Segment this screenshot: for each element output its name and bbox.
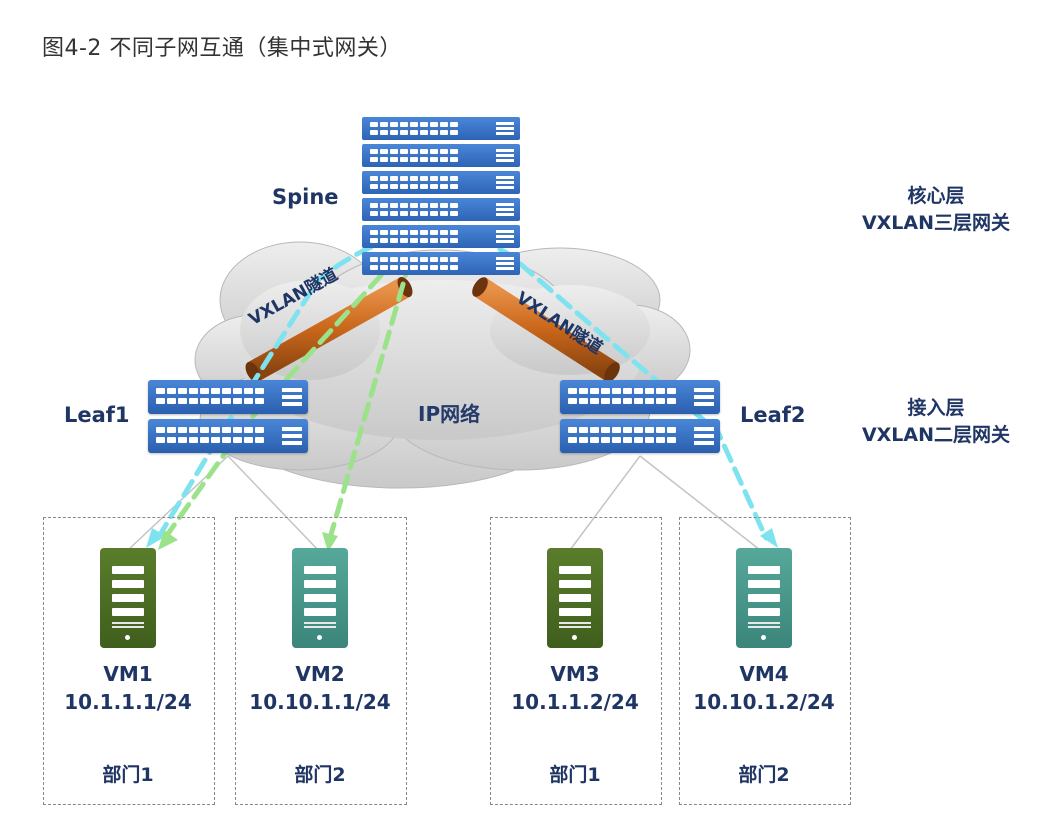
leaf1-label: Leaf1 bbox=[64, 403, 130, 427]
server-vent bbox=[112, 626, 144, 628]
switch-port-grid bbox=[370, 176, 458, 189]
server-drive-slot bbox=[304, 566, 336, 574]
vm3-name: VM3 bbox=[550, 662, 600, 686]
vm4-name: VM4 bbox=[739, 662, 789, 686]
vm2-name: VM2 bbox=[295, 662, 345, 686]
leaf1-unit-bottom bbox=[148, 419, 308, 453]
switch-uplink-ports bbox=[496, 203, 514, 218]
server-drive-slot bbox=[304, 594, 336, 602]
server-drive-slot bbox=[112, 608, 144, 616]
switch-port-grid bbox=[568, 388, 676, 404]
server-vent bbox=[304, 622, 336, 624]
server-drive-slot bbox=[112, 594, 144, 602]
vm1-ip: 10.1.1.1/24 bbox=[64, 690, 192, 714]
switch-uplink-ports bbox=[496, 176, 514, 191]
server-power-led bbox=[572, 635, 577, 640]
vm3-dept: 部门1 bbox=[549, 764, 601, 786]
switch-port-grid bbox=[370, 230, 458, 243]
vm1-server-icon bbox=[100, 548, 156, 648]
vm2-dept: 部门2 bbox=[294, 764, 346, 786]
server-drive-slot bbox=[748, 594, 780, 602]
switch-port-grid bbox=[370, 149, 458, 162]
switch-uplink-ports bbox=[282, 427, 302, 448]
access-layer-name: 接入层 bbox=[907, 397, 965, 419]
server-vent bbox=[559, 626, 591, 628]
switch-uplink-ports bbox=[496, 230, 514, 245]
switch-port-grid bbox=[156, 388, 264, 404]
server-vent bbox=[304, 626, 336, 628]
server-drive-slot bbox=[112, 580, 144, 588]
server-drive-slot bbox=[748, 608, 780, 616]
server-drive-slot bbox=[559, 580, 591, 588]
server-power-led bbox=[317, 635, 322, 640]
server-vent bbox=[748, 622, 780, 624]
server-drive-slot bbox=[112, 566, 144, 574]
leaf2-switch bbox=[560, 380, 720, 456]
server-power-led bbox=[125, 635, 130, 640]
server-drive-slot bbox=[304, 608, 336, 616]
ip-network-label: IP网络 bbox=[418, 402, 481, 426]
leaf1-switch bbox=[148, 380, 308, 456]
leaf1-unit-top bbox=[148, 380, 308, 414]
switch-port-grid bbox=[370, 203, 458, 216]
server-drive-slot bbox=[559, 566, 591, 574]
switch-port-grid bbox=[156, 427, 264, 443]
server-vent bbox=[112, 622, 144, 624]
vm3-server-icon bbox=[547, 548, 603, 648]
vm2-server-icon bbox=[292, 548, 348, 648]
spine-switch-row bbox=[362, 117, 520, 140]
leaf2-unit-bottom bbox=[560, 419, 720, 453]
core-layer-name: 核心层 bbox=[907, 185, 965, 207]
leaf2-unit-top bbox=[560, 380, 720, 414]
switch-uplink-ports bbox=[496, 149, 514, 164]
vm1-name: VM1 bbox=[103, 662, 153, 686]
spine-switch-row bbox=[362, 171, 520, 194]
vm2-ip: 10.10.1.1/24 bbox=[249, 690, 391, 714]
spine-switch-row bbox=[362, 198, 520, 221]
switch-uplink-ports bbox=[694, 388, 714, 409]
spine-switch bbox=[362, 117, 520, 277]
server-drive-slot bbox=[748, 566, 780, 574]
switch-uplink-ports bbox=[496, 257, 514, 272]
vm4-server-icon bbox=[736, 548, 792, 648]
spine-switch-row bbox=[362, 144, 520, 167]
access-layer-role: VXLAN二层网关 bbox=[861, 424, 1011, 446]
switch-port-grid bbox=[568, 427, 676, 443]
vm4-dept: 部门2 bbox=[738, 764, 790, 786]
server-drive-slot bbox=[559, 608, 591, 616]
switch-uplink-ports bbox=[496, 122, 514, 137]
core-layer-label: 核心层 VXLAN三层网关 bbox=[838, 183, 1034, 237]
server-drive-slot bbox=[748, 580, 780, 588]
spine-switch-row bbox=[362, 225, 520, 248]
vm1-dept: 部门1 bbox=[102, 764, 154, 786]
access-layer-label: 接入层 VXLAN二层网关 bbox=[838, 395, 1034, 449]
leaf2-label: Leaf2 bbox=[740, 403, 806, 427]
switch-port-grid bbox=[370, 257, 458, 270]
server-power-led bbox=[761, 635, 766, 640]
switch-uplink-ports bbox=[694, 427, 714, 448]
spine-switch-row bbox=[362, 252, 520, 275]
server-drive-slot bbox=[559, 594, 591, 602]
server-vent bbox=[748, 626, 780, 628]
core-layer-role: VXLAN三层网关 bbox=[861, 212, 1011, 234]
switch-port-grid bbox=[370, 122, 458, 135]
server-vent bbox=[559, 622, 591, 624]
vm3-ip: 10.1.1.2/24 bbox=[511, 690, 639, 714]
spine-label: Spine bbox=[272, 185, 339, 209]
switch-uplink-ports bbox=[282, 388, 302, 409]
server-drive-slot bbox=[304, 580, 336, 588]
vm4-ip: 10.10.1.2/24 bbox=[693, 690, 835, 714]
